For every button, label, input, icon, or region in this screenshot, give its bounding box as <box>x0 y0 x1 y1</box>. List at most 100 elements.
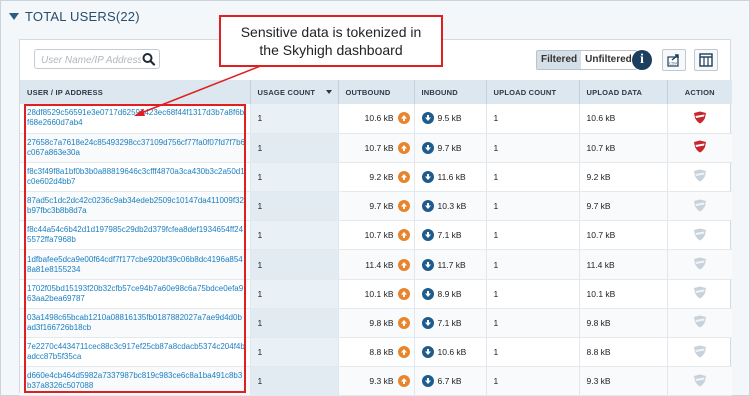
user-cell: 28df8529c56591e3e0717d62597423ec68f44f13… <box>20 104 251 134</box>
user-ip-link[interactable]: 1dfbafee5dca9e00f64cdf7f177cbe920bf39c06… <box>27 255 250 275</box>
user-ip-link[interactable]: 28df8529c56591e3e0717d62597423ec68f44f13… <box>27 108 250 128</box>
outbound-value: 9.7 kB <box>369 201 394 212</box>
shield-icon[interactable] <box>693 286 707 301</box>
collapse-caret-icon[interactable] <box>9 13 19 20</box>
upload-arrow-icon <box>397 316 410 329</box>
upload-arrow-icon <box>397 112 410 125</box>
user-cell: d660e4cb464d5982a7337987bc819c983ce6c8a1… <box>20 366 251 396</box>
inbound-value: 7.1 kB <box>437 230 462 241</box>
header-usage[interactable]: USAGE COUNT <box>250 80 339 104</box>
user-ip-link[interactable]: d660e4cb464d5982a7337987bc819c983ce6c8a1… <box>27 371 250 391</box>
callout-line-1: Sensitive data is tokenized in <box>240 24 422 40</box>
download-arrow-icon <box>421 170 434 183</box>
shield-icon[interactable] <box>693 140 707 155</box>
table-row[interactable]: f8c3f49f8a1bf0b3b0a88819646c3cfff4870a3c… <box>20 162 732 193</box>
upload-data-cell: 9.2 kB <box>579 162 668 193</box>
outbound-value: 9.8 kB <box>369 317 394 328</box>
download-arrow-icon <box>421 287 434 300</box>
table-row[interactable]: 03a1498c65bcab1210a08816135fb0187882027a… <box>20 308 732 339</box>
filtered-button[interactable]: Filtered <box>537 51 582 69</box>
table-row[interactable]: 1702f05bd15193f20b32cfb57ce94b7a60e98c6a… <box>20 279 732 309</box>
inbound-cell: 10.6 kB <box>414 337 487 368</box>
inbound-value: 6.7 kB <box>437 376 462 387</box>
shield-icon[interactable] <box>693 315 707 330</box>
outbound-value: 9.3 kB <box>369 376 394 387</box>
table-row[interactable]: 27658c7a7618e24c85493298cc37109d756cf77f… <box>20 133 732 163</box>
unfiltered-button[interactable]: Unfiltered <box>581 51 636 69</box>
upload-count-cell: 1 <box>486 133 580 163</box>
info-icon[interactable]: i <box>632 50 652 70</box>
users-panel: Filtered Unfiltered i CSV <box>19 39 732 396</box>
user-ip-link[interactable]: 7e2270c4434711cec88c3c917ef25cb87a8cdacb… <box>27 342 250 362</box>
usage-count-cell: 1 <box>250 162 339 193</box>
usage-count-cell: 1 <box>250 249 339 280</box>
usage-count-cell: 1 <box>250 104 339 134</box>
shield-icon[interactable] <box>693 169 707 184</box>
search-input[interactable] <box>41 51 141 70</box>
user-ip-link[interactable]: f8c44a54c6b42d1d197985c29db2d379fcfea8de… <box>27 225 250 245</box>
action-cell <box>667 249 732 280</box>
user-ip-link[interactable]: 1702f05bd15193f20b32cfb57ce94b7a60e98c6a… <box>27 284 250 304</box>
inbound-cell: 8.9 kB <box>414 279 487 309</box>
user-ip-link[interactable]: 03a1498c65bcab1210a08816135fb0187882027a… <box>27 313 250 333</box>
upload-arrow-icon <box>397 346 410 359</box>
shield-icon[interactable] <box>693 111 707 126</box>
inbound-cell: 10.3 kB <box>414 191 487 222</box>
user-cell: f8c44a54c6b42d1d197985c29db2d379fcfea8de… <box>20 220 251 251</box>
table-row[interactable]: 7e2270c4434711cec88c3c917ef25cb87a8cdacb… <box>20 337 732 368</box>
shield-icon[interactable] <box>693 345 707 360</box>
outbound-cell: 9.7 kB <box>338 191 415 222</box>
user-ip-link[interactable]: 27658c7a7618e24c85493298cc37109d756cf77f… <box>27 138 250 158</box>
action-cell <box>667 162 732 193</box>
upload-count-cell: 1 <box>486 220 580 251</box>
user-ip-link[interactable]: f8c3f49f8a1bf0b3b0a88819646c3cfff4870a3c… <box>27 167 250 187</box>
table-row[interactable]: 28df8529c56591e3e0717d62597423ec68f44f13… <box>20 104 732 134</box>
csv-export-button[interactable]: CSV <box>662 49 686 71</box>
upload-count-cell: 1 <box>486 279 580 309</box>
upload-data-cell: 10.7 kB <box>579 220 668 251</box>
shield-icon[interactable] <box>693 228 707 243</box>
outbound-cell: 10.7 kB <box>338 220 415 251</box>
upload-data-cell: 10.7 kB <box>579 133 668 163</box>
shield-icon[interactable] <box>693 199 707 214</box>
header-upload-data[interactable]: UPLOAD DATA <box>579 80 668 104</box>
user-ip-link[interactable]: 87ad5c1dc2dc42c0236c9ab34edeb2509c10147d… <box>27 196 250 216</box>
shield-icon[interactable] <box>693 374 707 389</box>
usage-count-cell: 1 <box>250 308 339 339</box>
columns-button[interactable] <box>694 49 718 71</box>
search-box[interactable] <box>34 49 160 70</box>
svg-text:CSV: CSV <box>669 61 678 66</box>
header-action: ACTION <box>667 80 732 104</box>
action-cell <box>667 279 732 309</box>
usage-count-cell: 1 <box>250 279 339 309</box>
download-arrow-icon <box>421 346 434 359</box>
callout-line-2: the Skyhigh dashboard <box>259 42 403 58</box>
filter-toggle[interactable]: Filtered Unfiltered <box>536 50 637 70</box>
header-inbound[interactable]: INBOUND <box>414 80 487 104</box>
inbound-value: 11.6 kB <box>437 171 466 182</box>
outbound-cell: 10.6 kB <box>338 104 415 134</box>
sort-down-icon[interactable] <box>325 89 332 94</box>
usage-count-cell: 1 <box>250 220 339 251</box>
dashboard-frame: TOTAL USERS(22) Filtered Unfiltered i CS… <box>0 0 750 396</box>
upload-data-cell: 10.1 kB <box>579 279 668 309</box>
inbound-cell: 9.7 kB <box>414 133 487 163</box>
header-upload-count[interactable]: UPLOAD COUNT <box>486 80 580 104</box>
header-user[interactable]: USER / IP ADDRESS <box>20 80 251 104</box>
user-cell: 27658c7a7618e24c85493298cc37109d756cf77f… <box>20 133 251 163</box>
shield-icon[interactable] <box>693 257 707 272</box>
table-row[interactable]: 87ad5c1dc2dc42c0236c9ab34edeb2509c10147d… <box>20 191 732 222</box>
outbound-cell: 11.4 kB <box>338 249 415 280</box>
action-cell <box>667 220 732 251</box>
section-header[interactable]: TOTAL USERS(22) <box>9 9 140 24</box>
table-row[interactable]: f8c44a54c6b42d1d197985c29db2d379fcfea8de… <box>20 220 732 251</box>
upload-arrow-icon <box>397 375 410 388</box>
upload-count-cell: 1 <box>486 191 580 222</box>
upload-arrow-icon <box>397 170 410 183</box>
download-arrow-icon <box>421 229 434 242</box>
table-row[interactable]: 1dfbafee5dca9e00f64cdf7f177cbe920bf39c06… <box>20 249 732 280</box>
table-row[interactable]: d660e4cb464d5982a7337987bc819c983ce6c8a1… <box>20 366 732 396</box>
user-cell: 03a1498c65bcab1210a08816135fb0187882027a… <box>20 308 251 339</box>
search-icon[interactable] <box>141 52 157 66</box>
header-outbound[interactable]: OUTBOUND <box>338 80 415 104</box>
